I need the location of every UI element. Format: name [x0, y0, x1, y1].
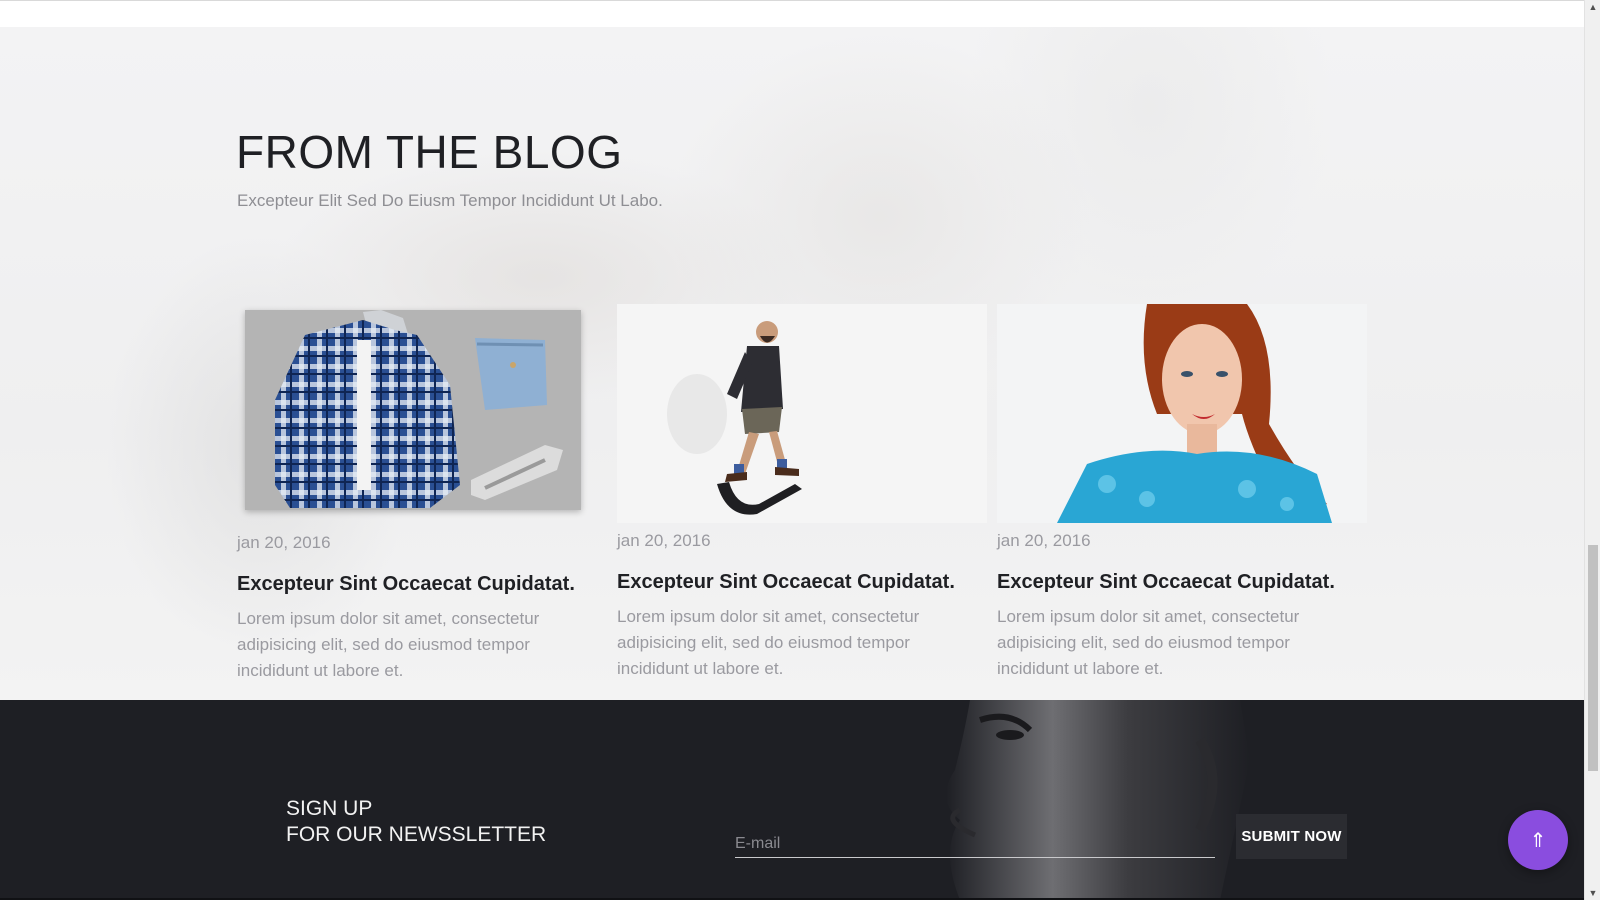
- post-title[interactable]: Excepteur Sint Occaecat Cupidatat.: [997, 571, 1335, 594]
- man-walking-image[interactable]: [617, 304, 987, 523]
- newsletter-title-line2: FOR OUR NEWSSLETTER: [286, 823, 547, 846]
- flat-lay-clothing-image[interactable]: [245, 310, 581, 510]
- post-date: jan 20, 2016: [997, 531, 1091, 550]
- blog-card[interactable]: jan 20, 2016 Excepteur Sint Occaecat Cup…: [237, 310, 607, 700]
- flat-lay-clothing-illustration: [245, 310, 581, 510]
- redhead-portrait-image[interactable]: [997, 304, 1367, 523]
- post-title[interactable]: Excepteur Sint Occaecat Cupidatat.: [237, 573, 575, 596]
- newsletter-title: SIGN UP FOR OUR NEWSSLETTER: [286, 796, 546, 848]
- man-walking-illustration: [617, 304, 987, 523]
- blog-subtitle: Excepteur Elit Sed Do Eiusm Tempor Incid…: [237, 191, 663, 210]
- newsletter-title-line1: SIGN UP: [286, 797, 373, 820]
- blog-card[interactable]: jan 20, 2016 Excepteur Sint Occaecat Cup…: [997, 304, 1367, 700]
- submit-button[interactable]: SUBMIT NOW: [1236, 814, 1347, 859]
- post-date: jan 20, 2016: [237, 533, 331, 552]
- blog-section: FROM THE BLOG Excepteur Elit Sed Do Eius…: [0, 27, 1584, 700]
- post-title[interactable]: Excepteur Sint Occaecat Cupidatat.: [617, 571, 955, 594]
- scroll-up-arrow-icon[interactable]: ▲: [1585, 0, 1600, 14]
- post-excerpt: Lorem ipsum dolor sit amet, consectetur …: [237, 609, 540, 680]
- back-to-top-button[interactable]: ⇑: [1508, 810, 1568, 870]
- blog-title: FROM THE BLOG: [236, 126, 623, 178]
- double-up-arrow-icon: ⇑: [1529, 829, 1547, 852]
- blog-card[interactable]: jan 20, 2016 Excepteur Sint Occaecat Cup…: [617, 304, 987, 700]
- scroll-down-arrow-icon[interactable]: ▼: [1585, 886, 1600, 900]
- man-profile-background-image: [946, 700, 1250, 900]
- newsletter-section: SIGN UP FOR OUR NEWSSLETTER SUBMIT NOW: [0, 700, 1584, 900]
- top-bar: [0, 0, 1584, 27]
- post-excerpt: Lorem ipsum dolor sit amet, consectetur …: [617, 607, 920, 678]
- post-date: jan 20, 2016: [617, 531, 711, 550]
- vertical-scrollbar[interactable]: ▲ ▼: [1584, 0, 1600, 900]
- email-input[interactable]: [735, 824, 1215, 858]
- scrollbar-thumb[interactable]: [1588, 545, 1598, 771]
- post-excerpt: Lorem ipsum dolor sit amet, consectetur …: [997, 607, 1300, 678]
- redhead-portrait-illustration: [997, 304, 1367, 523]
